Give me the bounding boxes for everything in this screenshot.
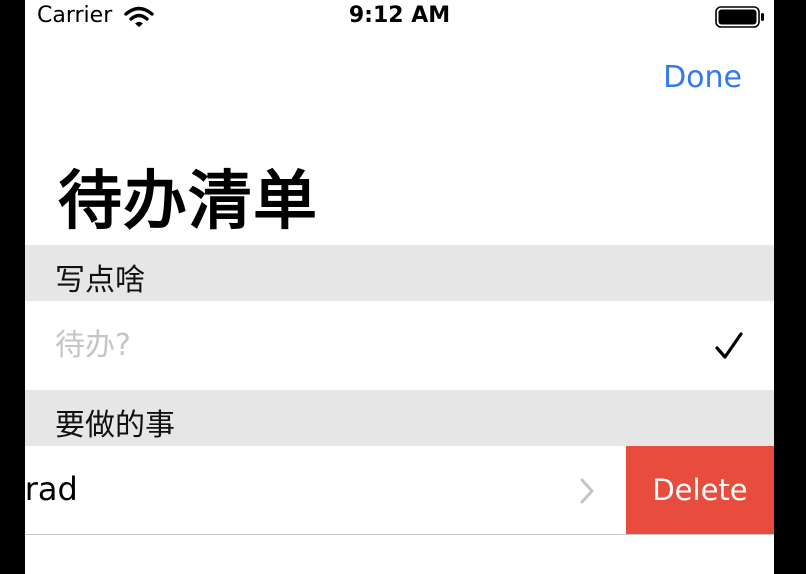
- chevron-right-icon: [578, 477, 596, 509]
- status-time: 9:12 AM: [348, 3, 451, 28]
- section-header-label: 要做的事: [55, 408, 175, 443]
- new-todo-row: [25, 301, 774, 390]
- delete-button[interactable]: Delete: [626, 446, 774, 534]
- section-header-label: 写点啥: [55, 263, 145, 298]
- row-separator: [25, 534, 774, 535]
- section-header-write: 写点啥: [25, 245, 774, 301]
- battery-full-icon: [715, 6, 765, 32]
- new-todo-input[interactable]: [55, 323, 615, 367]
- done-button[interactable]: Done: [663, 60, 742, 95]
- page-title: 待办清单: [58, 165, 318, 239]
- checkmark-icon[interactable]: [714, 331, 744, 365]
- section-header-todos: 要做的事: [25, 390, 774, 446]
- status-bar: Carrier 9:12 AM: [25, 0, 774, 34]
- list-item[interactable]: erad Delete: [25, 446, 774, 534]
- app-screen: Carrier 9:12 AM Done 待办清单 写点啥 待办? 要做的事 r…: [25, 0, 774, 574]
- list-item-label: erad: [25, 470, 78, 508]
